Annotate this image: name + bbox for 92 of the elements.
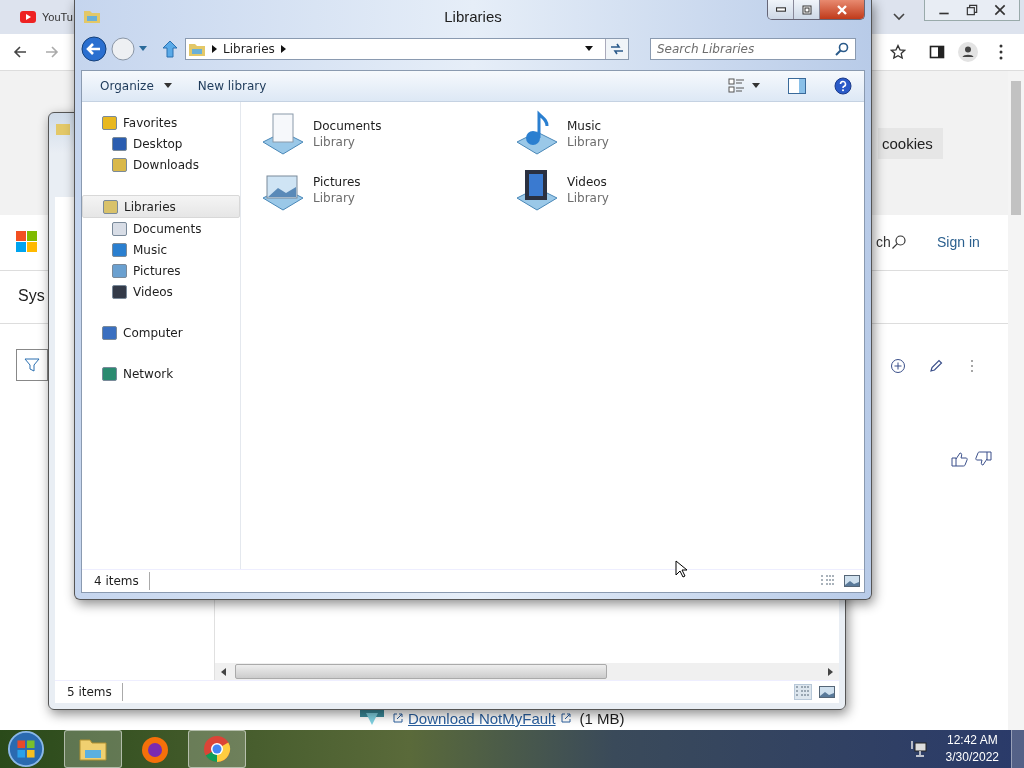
restore-icon[interactable] — [965, 3, 979, 17]
add-circle-icon[interactable] — [890, 358, 906, 374]
star-icon[interactable] — [890, 44, 906, 60]
nav-item[interactable]: Downloads — [82, 154, 240, 175]
view-options-icon[interactable] — [728, 77, 746, 95]
back-button-icon[interactable] — [81, 36, 107, 62]
thumbs-up-icon[interactable] — [950, 451, 968, 467]
taskbar-button[interactable] — [64, 730, 122, 768]
maximize-button[interactable] — [794, 0, 820, 19]
nav-item[interactable]: Computer — [82, 322, 240, 343]
taskbar-button[interactable] — [188, 730, 246, 768]
close-button[interactable] — [820, 0, 864, 19]
item-name: Pictures — [313, 175, 361, 189]
status-text: 5 items — [67, 683, 123, 701]
back-arrow-icon[interactable] — [12, 44, 28, 60]
search-icon[interactable] — [891, 234, 907, 250]
maximize-icon — [800, 3, 813, 16]
search-label[interactable]: ch — [876, 234, 891, 250]
side-panel-icon[interactable] — [929, 44, 945, 60]
search-icon — [835, 42, 849, 56]
library-folder-icon — [188, 41, 206, 57]
breadcrumb-item[interactable]: Libraries — [223, 42, 275, 56]
address-bar[interactable]: Libraries — [185, 38, 629, 60]
status-text: 4 items — [94, 572, 150, 590]
item-name: Documents — [313, 119, 382, 133]
item-name: Videos — [567, 175, 608, 189]
clock-date: 3/30/2022 — [945, 749, 999, 766]
four-squares-logo-icon — [16, 231, 38, 253]
library-item[interactable]: Pictures Library — [259, 162, 513, 218]
scroll-right-icon[interactable] — [827, 667, 833, 676]
chevron-down-icon[interactable] — [893, 13, 905, 21]
file-size-label: (1 MB) — [579, 710, 625, 727]
item-type: Library — [567, 191, 609, 205]
dropdown-arrow-icon[interactable] — [752, 83, 760, 89]
breadcrumb-arrow-icon[interactable] — [212, 45, 217, 53]
nav-item[interactable]: Network — [82, 363, 240, 384]
browser-logo-icon — [202, 734, 232, 764]
refresh-button[interactable] — [605, 39, 628, 59]
search-field[interactable]: Search Libraries — [650, 38, 856, 60]
item-type: Library — [313, 135, 356, 149]
refresh-arrows-icon — [609, 41, 625, 57]
start-orb-icon[interactable] — [6, 730, 46, 768]
clock[interactable]: 12:42 AM 3/30/2022 — [945, 732, 999, 766]
library-item[interactable]: Documents Library — [259, 106, 513, 162]
breadcrumb-arrow-icon[interactable] — [280, 45, 286, 53]
play-logo-icon — [20, 11, 36, 23]
help-icon[interactable] — [834, 77, 852, 95]
vertical-scrollbar[interactable] — [1008, 71, 1024, 731]
new-library-button[interactable]: New library — [193, 77, 271, 95]
item-type: Library — [567, 135, 609, 149]
download-link[interactable]: Download NotMyFault — [408, 710, 556, 727]
nav-item[interactable]: Favorites — [82, 112, 240, 133]
external-link-icon — [392, 712, 404, 724]
preview-pane-icon[interactable] — [788, 77, 806, 95]
organize-menu-button[interactable]: Organize — [96, 77, 158, 95]
dropdown-arrow-icon[interactable] — [163, 83, 172, 89]
page-heading: Sys — [18, 287, 45, 305]
profile-icon[interactable] — [958, 42, 978, 62]
fox-globe-icon — [140, 734, 170, 764]
close-icon — [836, 3, 848, 16]
filter-icon[interactable] — [16, 349, 48, 381]
nav-item[interactable]: Music — [82, 239, 240, 260]
scroll-left-icon[interactable] — [221, 667, 227, 676]
minimize-icon — [775, 7, 786, 12]
pencil-icon[interactable] — [928, 358, 944, 374]
library-folder-icon — [83, 8, 101, 24]
up-arrow-icon[interactable] — [162, 40, 178, 58]
item-name: Music — [567, 119, 603, 133]
close-icon[interactable] — [993, 3, 1007, 17]
picture-view-icon[interactable] — [844, 574, 860, 588]
dropdown-arrow-icon[interactable] — [585, 46, 593, 52]
thumbs-down-icon[interactable] — [975, 451, 993, 467]
nav-item[interactable]: Documents — [82, 218, 240, 239]
cookies-button[interactable]: cookies — [878, 128, 943, 159]
window-title: Libraries — [443, 7, 503, 25]
clock-time: 12:42 AM — [946, 732, 998, 749]
external-link-icon — [559, 712, 572, 724]
network-icon[interactable] — [909, 740, 928, 758]
nav-item[interactable]: Videos — [82, 281, 240, 302]
nav-item[interactable]: Pictures — [82, 260, 240, 281]
more-menu-icon[interactable] — [999, 44, 1003, 60]
sign-in-link[interactable]: Sign in — [937, 234, 980, 250]
picture-view-icon[interactable] — [819, 685, 835, 699]
nav-item[interactable]: Desktop — [82, 133, 240, 154]
library-item[interactable]: Music Library — [513, 106, 767, 162]
library-item[interactable]: Videos Library — [513, 162, 767, 218]
browser-tab[interactable]: YouTu — [0, 0, 73, 34]
nav-item[interactable]: Libraries — [82, 195, 240, 218]
horizontal-scrollbar[interactable] — [215, 663, 839, 680]
item-type: Library — [313, 191, 356, 205]
minimize-button[interactable] — [768, 0, 794, 19]
folder-icon — [55, 121, 71, 137]
